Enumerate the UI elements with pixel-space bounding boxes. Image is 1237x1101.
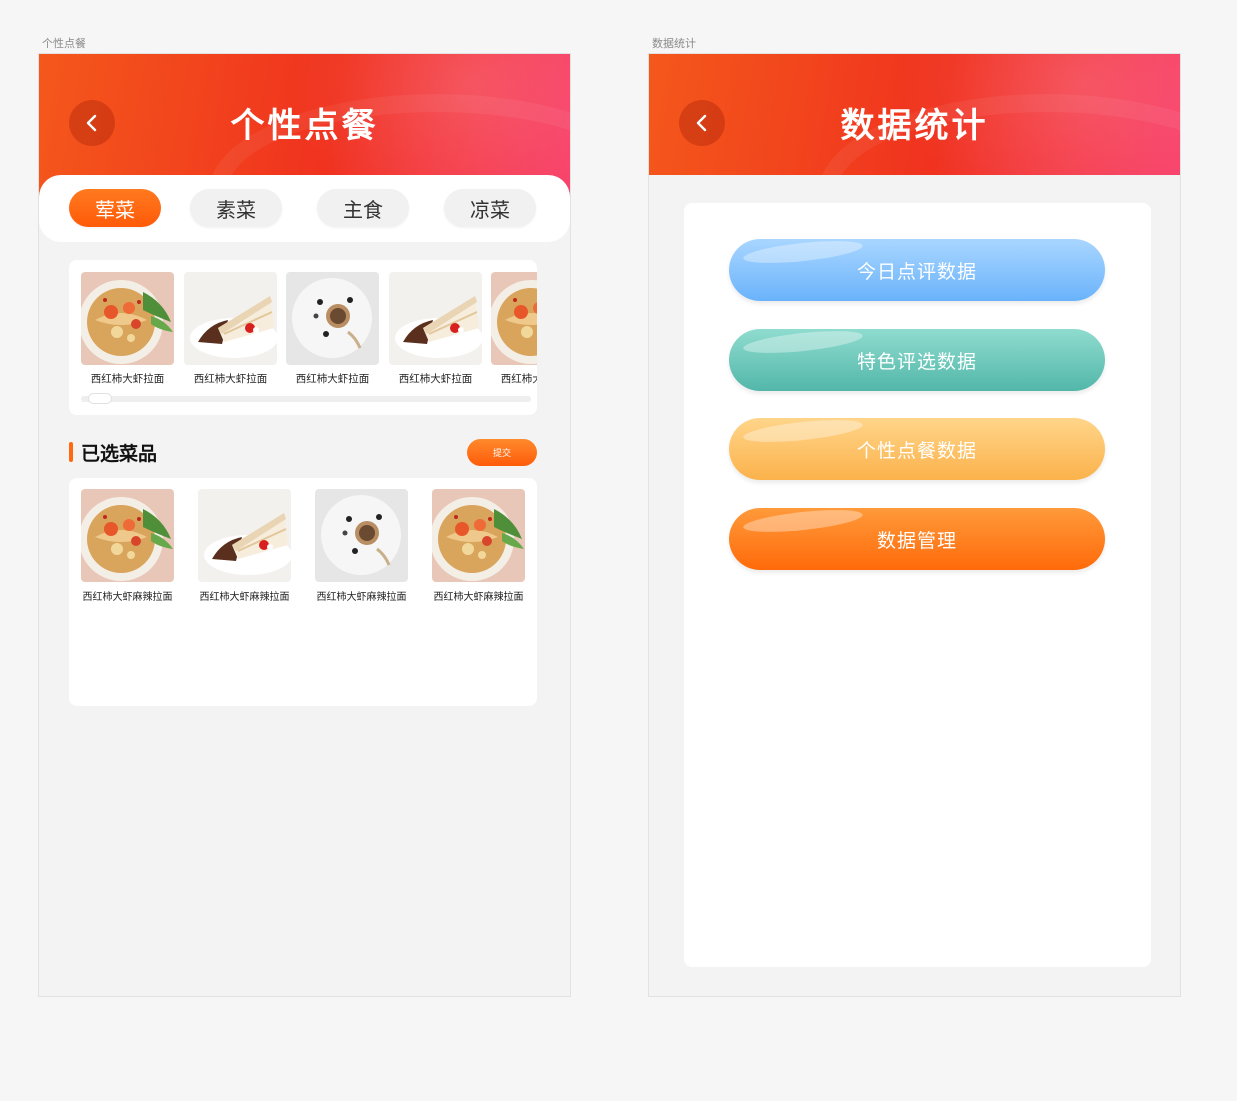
dish-caption: 西红柿大虾拉面	[398, 373, 473, 385]
dish-image	[286, 272, 379, 365]
selected-section-label: 已选菜品	[81, 443, 158, 465]
scrollbar-thumb[interactable]	[89, 394, 111, 403]
button-label: 个性点餐数据	[856, 439, 977, 462]
section-accent-bar	[69, 442, 73, 462]
dish-image	[198, 489, 291, 582]
header-banner: 数据统计	[649, 54, 1180, 175]
menu-item[interactable]: 西红柿大虾拉面	[286, 272, 379, 386]
category-tabs: 荤菜 素菜 主食 凉菜	[39, 175, 570, 242]
page-title: 数据统计	[840, 106, 989, 146]
menu-item[interactable]: 西红柿大虾拉面	[81, 272, 174, 386]
dish-caption: 西红柿大虾麻辣拉面	[199, 592, 290, 603]
dish-caption: 西红柿大虾麻辣拉面	[316, 592, 407, 603]
personal-order-data-button[interactable]: 个性点餐数据	[729, 418, 1105, 480]
selected-item[interactable]: 西红柿大虾麻辣拉面	[198, 489, 291, 603]
menu-item[interactable]: 西红柿大虾拉面	[389, 272, 482, 386]
dish-image	[81, 489, 174, 582]
button-label: 数据管理	[876, 529, 957, 552]
button-label: 特色评选数据	[856, 350, 977, 373]
tab-staple[interactable]: 主食	[317, 189, 409, 227]
carousel-scrollbar[interactable]	[81, 394, 531, 403]
dish-image	[315, 489, 408, 582]
dish-caption: 西红柿大虾拉面	[295, 373, 370, 385]
tab-cold-dish[interactable]: 凉菜	[444, 189, 536, 227]
menu-item[interactable]: 西红柿大虾拉面	[491, 272, 537, 386]
data-stats-screen: 数据统计 今日点评数据 特色评选数据 个性点餐数据 数据管理	[649, 54, 1180, 996]
selected-section-title: 已选菜品	[69, 439, 157, 466]
submit-button[interactable]: 提交	[467, 439, 537, 466]
dish-caption: 西红柿大虾麻辣拉面	[433, 592, 524, 603]
today-review-data-button[interactable]: 今日点评数据	[729, 239, 1105, 301]
page-title: 个性点餐	[230, 106, 379, 146]
dish-image	[432, 489, 525, 582]
dish-image	[81, 272, 174, 365]
dish-caption: 西红柿大虾拉面	[193, 373, 268, 385]
tab-vegetable[interactable]: 素菜	[190, 189, 282, 227]
selected-dishes-panel: 西红柿大虾麻辣拉面 西红柿大虾麻辣拉面 西红柿大虾麻辣拉面 西红柿大虾麻辣拉面	[69, 478, 537, 706]
frame-label-personal-order: 个性点餐	[42, 37, 86, 50]
frame-label-data-stats: 数据统计	[652, 37, 696, 50]
menu-item[interactable]: 西红柿大虾拉面	[184, 272, 277, 386]
menu-carousel[interactable]: 西红柿大虾拉面 西红柿大虾拉面 西红柿大虾拉面 西红柿大虾拉面 西红柿大虾拉面	[69, 260, 537, 415]
stats-panel: 今日点评数据 特色评选数据 个性点餐数据 数据管理	[684, 203, 1151, 967]
dish-caption: 西红柿大虾拉面	[90, 373, 165, 385]
selected-item[interactable]: 西红柿大虾麻辣拉面	[81, 489, 174, 603]
tab-meat[interactable]: 荤菜	[69, 189, 161, 227]
selected-item[interactable]: 西红柿大虾麻辣拉面	[432, 489, 525, 603]
button-label: 今日点评数据	[856, 260, 977, 283]
dish-image	[491, 272, 537, 365]
dish-caption: 西红柿大虾麻辣拉面	[82, 592, 173, 603]
dish-caption: 西红柿大虾拉面	[500, 373, 537, 385]
featured-selection-data-button[interactable]: 特色评选数据	[729, 329, 1105, 391]
personal-order-screen: 个性点餐 荤菜 素菜 主食 凉菜 西红柿大虾拉面 西红柿大虾拉面 西红柿大虾拉面…	[39, 54, 570, 996]
dish-image	[184, 272, 277, 365]
data-management-button[interactable]: 数据管理	[729, 508, 1105, 570]
selected-item[interactable]: 西红柿大虾麻辣拉面	[315, 489, 408, 603]
dish-image	[389, 272, 482, 365]
